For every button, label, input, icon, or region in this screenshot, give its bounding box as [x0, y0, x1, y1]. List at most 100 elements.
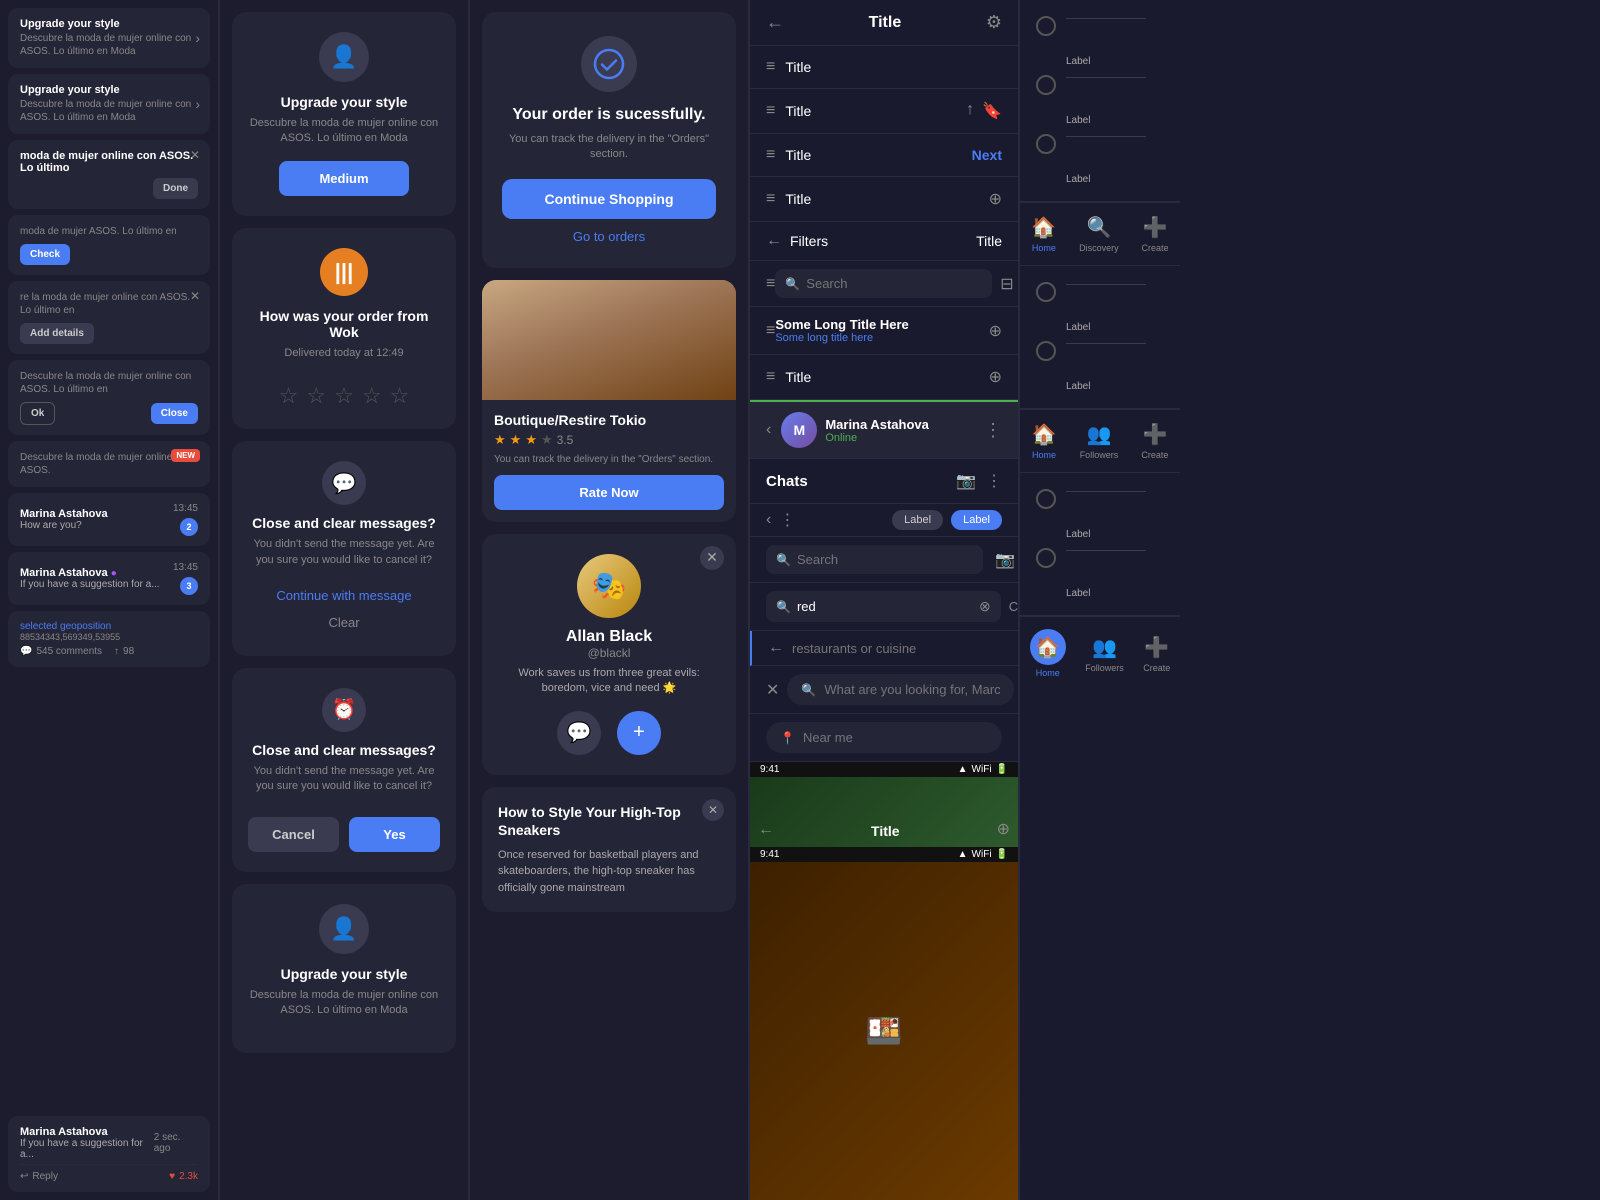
nav-bottom-item-home-3[interactable]: 🏠 Home	[1030, 629, 1066, 678]
radio-circle-1-1[interactable]	[1036, 16, 1056, 36]
compose-more-icon[interactable]: ⋮	[779, 510, 795, 530]
star-2[interactable]: ☆	[306, 383, 326, 409]
chat-back-icon[interactable]: ‹	[766, 421, 771, 439]
radio-circle-2-2[interactable]	[1036, 341, 1056, 361]
nav-bottom-item-followers-2[interactable]: 👥 Followers	[1080, 422, 1119, 460]
go-to-orders-button[interactable]: Go to orders	[573, 229, 645, 244]
gear-icon[interactable]: ⚙	[986, 12, 1002, 33]
nav-bottom-item-followers-3[interactable]: 👥 Followers	[1085, 635, 1124, 673]
arrow-icon-1[interactable]: ›	[195, 30, 200, 46]
search-bar-icon: 🔍	[801, 683, 816, 697]
like-button[interactable]: ♥ 2.3k	[169, 1171, 198, 1182]
food-image-placeholder: 🍱	[865, 1014, 902, 1049]
add-details-button[interactable]: Add details	[20, 323, 94, 344]
next-button[interactable]: Next	[972, 147, 1002, 163]
radio-label-1-2: Label	[1066, 115, 1164, 126]
yes-button[interactable]: Yes	[349, 817, 440, 852]
medium-button[interactable]: Medium	[279, 161, 408, 196]
radio-item-1-3	[1036, 134, 1164, 154]
nav-bottom-item-create-3[interactable]: ➕ Create	[1143, 635, 1170, 673]
camera-icon-chats[interactable]: 📷	[956, 471, 976, 491]
filter-icon[interactable]: ⊟	[1000, 274, 1013, 294]
nav-bottom-item-create-2[interactable]: ➕ Create	[1141, 422, 1168, 460]
bookmark-icon-r2[interactable]: 🔖	[982, 101, 1002, 121]
clear-search-icon[interactable]: ⊗	[979, 598, 991, 615]
continue-shopping-button[interactable]: Continue Shopping	[502, 179, 716, 219]
arrow-icon-2[interactable]: ›	[195, 96, 200, 112]
back-img-icon[interactable]: ←	[758, 821, 774, 839]
radio-circle-1-2[interactable]	[1036, 75, 1056, 95]
nav-bottom-item-create-1[interactable]: ➕ Create	[1142, 215, 1169, 253]
star-4[interactable]: ☆	[362, 383, 382, 409]
message-profile-button[interactable]: 💬	[557, 711, 601, 755]
msg-card-2: Marina Astahova ● If you have a suggesti…	[8, 552, 210, 605]
filter-back-icon[interactable]: ←	[766, 232, 782, 250]
search-input-2-wrap: 🔍	[766, 545, 983, 574]
cancel-search-button[interactable]: Cancel	[1009, 599, 1020, 614]
search-input-wrap: 🔍	[775, 269, 992, 298]
followers-icon-2: 👥	[1086, 422, 1111, 447]
search-input-3[interactable]	[797, 599, 973, 614]
new-badge: NEW	[171, 449, 200, 462]
rate-now-button[interactable]: Rate Now	[494, 475, 724, 510]
chat-name: Marina Astahova	[825, 417, 929, 432]
star-3[interactable]: ☆	[334, 383, 354, 409]
notif-card-5: re la moda de mujer online con ASOS. Lo …	[8, 281, 210, 354]
compose-back-arrow[interactable]: ←	[768, 639, 784, 657]
message-icon: 💬	[322, 461, 366, 505]
radio-item-1-2	[1036, 75, 1164, 95]
plus-icon-lt[interactable]: ⊕	[989, 321, 1002, 341]
nav-bottom-item-home-1[interactable]: 🏠 Home	[1031, 215, 1056, 253]
continue-with-message-button[interactable]: Continue with message	[276, 582, 411, 609]
star-5[interactable]: ☆	[390, 383, 410, 409]
done-button[interactable]: Done	[153, 178, 198, 199]
compose-input-row: ←	[750, 631, 1018, 666]
more-icon-chats[interactable]: ⋮	[986, 471, 1002, 491]
close-icon-5[interactable]: ✕	[190, 289, 200, 303]
compose-input-field[interactable]	[792, 641, 1002, 656]
add-profile-button[interactable]: +	[617, 711, 661, 755]
long-title-sub: Some long title here	[775, 332, 988, 344]
product-face-image	[482, 280, 736, 400]
search-input-2[interactable]	[797, 552, 973, 567]
hamburger-icon-2: ≡	[766, 102, 775, 120]
back-icon[interactable]: ←	[766, 12, 784, 33]
more-icon[interactable]: ⋮	[984, 420, 1002, 441]
followers-label-3: Followers	[1085, 663, 1124, 673]
share-icon-r2[interactable]: ↑	[966, 101, 974, 121]
star-1[interactable]: ☆	[279, 383, 299, 409]
reply-button[interactable]: ↩ Reply	[20, 1171, 58, 1182]
nav-bottom-item-discovery-1[interactable]: 🔍 Discovery	[1079, 215, 1119, 253]
star-f3: ★	[525, 432, 537, 448]
upgrade-card-2: 👤 Upgrade your style Descubre la moda de…	[232, 884, 456, 1053]
radio-circle-2-1[interactable]	[1036, 282, 1056, 302]
search-input[interactable]	[806, 276, 982, 291]
clear-button[interactable]: Clear	[328, 609, 359, 636]
upgrade-card: 👤 Upgrade your style Descubre la moda de…	[232, 12, 456, 216]
notif-subtitle-5: re la moda de mujer online con ASOS. Lo …	[20, 291, 198, 317]
close-article-button[interactable]: ✕	[702, 799, 724, 821]
nav-row-title-4: Title	[785, 191, 811, 207]
close-icon-3[interactable]: ✕	[190, 148, 200, 162]
camera-icon-row[interactable]: 📷	[995, 550, 1015, 570]
plus-icon-r4[interactable]: ⊕	[989, 189, 1002, 209]
cancel-button[interactable]: Cancel	[248, 817, 339, 852]
plus-icon-bottom[interactable]: ⊕	[989, 367, 1002, 387]
close-profile-button[interactable]: ✕	[700, 546, 724, 570]
close-search-button[interactable]: ✕	[766, 680, 779, 700]
check-button[interactable]: Check	[20, 244, 70, 265]
radio-circle-3-1[interactable]	[1036, 489, 1056, 509]
hamburger-icon-4: ≡	[766, 190, 775, 208]
near-me-input[interactable]	[803, 730, 988, 745]
hamburger-icon-search: ≡	[766, 275, 775, 293]
column-3: Your order is sucessfully. You can track…	[470, 0, 750, 1200]
close-button[interactable]: Close	[151, 403, 198, 424]
add-img-icon[interactable]: ⊕	[997, 819, 1010, 839]
search-bar-input[interactable]	[824, 682, 1000, 697]
dialog-msg-title: Close and clear messages?	[252, 515, 436, 531]
compose-back-icon[interactable]: ‹	[766, 511, 771, 529]
ok-button[interactable]: Ok	[20, 402, 55, 425]
radio-circle-3-2[interactable]	[1036, 548, 1056, 568]
nav-bottom-item-home-2[interactable]: 🏠 Home	[1032, 422, 1057, 460]
radio-circle-1-3[interactable]	[1036, 134, 1056, 154]
